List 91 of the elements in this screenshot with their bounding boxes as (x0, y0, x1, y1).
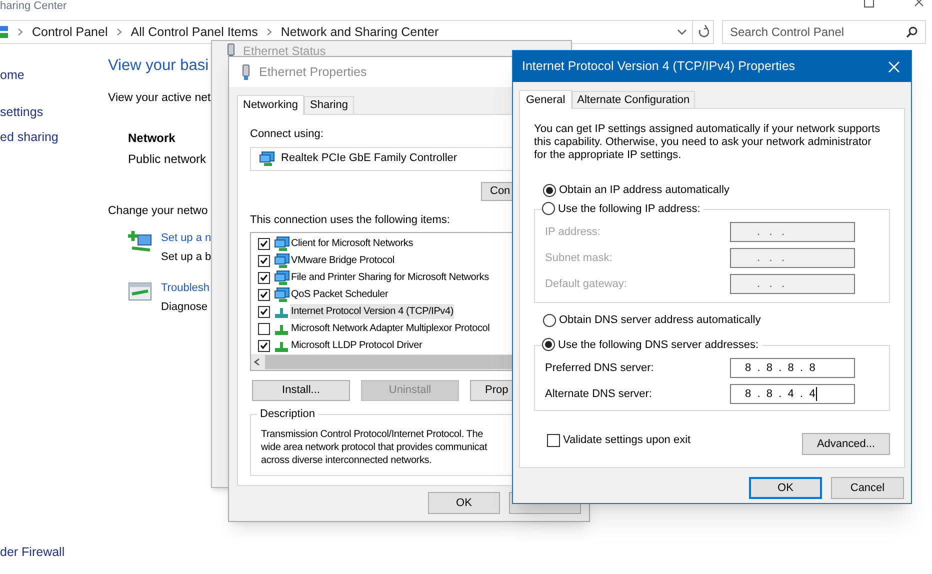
tab[interactable]: Networking (237, 95, 304, 115)
list-item[interactable]: VMware Bridge Protocol (290, 253, 396, 268)
task-description: Set up a b (161, 250, 212, 266)
breadcrumb-link[interactable]: All Control Panel Items (130, 22, 258, 42)
field-label: Preferred DNS server: (545, 360, 654, 376)
list-item[interactable]: Client for Microsoft Networks (290, 236, 414, 251)
control-panel-icon (0, 24, 9, 40)
network-adapter-icon (274, 236, 290, 252)
radio-label[interactable]: Use the following DNS server addresses: (558, 336, 759, 353)
radio-button[interactable] (542, 338, 555, 352)
chevron-icon (116, 28, 122, 36)
checkbox[interactable] (258, 322, 270, 334)
sidebar-link[interactable]: ome (0, 66, 24, 85)
close-icon (888, 60, 900, 72)
checkbox[interactable] (258, 238, 270, 250)
search-field[interactable]: Search Control Panel (722, 20, 926, 44)
sidebar-link[interactable]: ed sharing (0, 128, 58, 146)
network-adapter-icon (274, 270, 290, 286)
window-title: Internet Protocol Version 4 (TCP/IPv4) Properties (522, 58, 796, 76)
breadcrumb-link[interactable]: Control Panel (32, 22, 108, 42)
cancel-button[interactable]: Cancel (831, 477, 904, 499)
maximize-icon (864, 0, 874, 8)
refresh-icon (697, 25, 709, 39)
sidebar-link[interactable]: der Firewall (0, 543, 65, 562)
dropdown-chevron-icon (676, 27, 688, 37)
chevron-icon (266, 28, 272, 36)
search-icon (906, 26, 918, 38)
network-name: Network (128, 130, 176, 146)
group-title: Description (257, 406, 318, 422)
radio-label[interactable]: Obtain DNS server address automatically (559, 312, 761, 328)
check-icon (260, 240, 268, 247)
window-title: Ethernet Status (243, 45, 326, 57)
checkbox-label[interactable]: Validate settings upon exit (563, 432, 691, 448)
close-icon (914, 0, 924, 8)
window-title: haring Center (0, 0, 67, 13)
description-text: Transmission Control Protocol/Internet Protocol. The wide area network protocol that provides communicat across diverse interconnected networks. (261, 428, 488, 467)
list-item[interactable]: Microsoft Network Adapter Multiplexor Protocol (290, 321, 491, 336)
section-label: This connection uses the following items: (250, 212, 450, 228)
check-icon (260, 308, 268, 315)
field-label: Alternate DNS server: (545, 386, 652, 402)
list-item[interactable]: File and Printer Sharing for Microsoft Networks (290, 270, 490, 285)
radio-button[interactable] (542, 202, 555, 216)
checkbox[interactable] (547, 434, 560, 446)
field-label: IP address: (545, 224, 600, 240)
list-item[interactable]: Microsoft LLDP Protocol Driver (290, 338, 424, 353)
action-button[interactable]: Install... (252, 380, 350, 401)
ok-button[interactable]: OK (428, 492, 500, 514)
task-link[interactable]: Troublesh (161, 280, 210, 296)
network-type: Public network (128, 150, 206, 168)
field-label: Connect using: (250, 127, 324, 142)
radio-label[interactable]: Obtain an IP address automatically (559, 182, 730, 198)
network-setup-icon (128, 230, 154, 254)
check-icon (260, 291, 268, 298)
list-item[interactable]: QoS Packet Scheduler (290, 287, 390, 302)
tab[interactable]: General (519, 90, 572, 109)
radio-label[interactable]: Use the following IP address: (558, 200, 700, 217)
network-adapter-icon (274, 286, 290, 302)
ok-button[interactable]: OK (749, 477, 822, 499)
breadcrumb-link[interactable]: Network and Sharing Center (280, 22, 439, 42)
ip-address-field[interactable]: 8 . 8 . 4 . 4 (730, 384, 855, 404)
field-label: Default gateway: (545, 276, 627, 292)
checkbox[interactable] (258, 306, 270, 318)
ip-address-field[interactable]: 8 . 8 . 8 . 8 (730, 358, 855, 378)
check-icon (260, 257, 268, 264)
task-link[interactable]: Set up a n (161, 230, 212, 246)
tab[interactable]: Sharing (304, 96, 354, 114)
section-label: View your active net (108, 91, 211, 106)
check-icon (260, 274, 268, 281)
check-icon (260, 342, 268, 349)
window-title: Ethernet Properties (259, 64, 367, 81)
field-label: Subnet mask: (545, 250, 612, 266)
radio-button[interactable] (543, 184, 556, 197)
checkbox[interactable] (258, 272, 270, 284)
adapter-name: Realtek PCIe GbE Family Controller (281, 151, 458, 166)
intro-text: You can get IP settings assigned automatically if your network supports this capability. Otherwise, you need to ask your network administrator for the appropriate IP settings. (534, 123, 882, 162)
checkbox[interactable] (258, 254, 270, 266)
page-heading: View your basi (108, 56, 209, 76)
checkbox[interactable] (258, 288, 270, 300)
chevron-icon (18, 28, 23, 36)
close-button[interactable] (887, 60, 901, 74)
task-description: Diagnose (161, 300, 208, 316)
sidebar-link[interactable]: settings (0, 102, 44, 122)
network-adapter-icon (274, 252, 290, 268)
address-bar[interactable]: Control Panel All Control Panel Items Network and Sharing Center (0, 20, 714, 44)
section-label: Change your netwo (108, 204, 208, 218)
advanced-button[interactable]: Advanced... (802, 433, 890, 455)
network-adapter-icon (259, 150, 275, 166)
radio-button[interactable] (543, 314, 556, 327)
list-item[interactable]: Internet Protocol Version 4 (TCP/IPv4) (290, 304, 454, 319)
tab[interactable]: Alternate Configuration (572, 91, 695, 108)
checkbox[interactable] (258, 340, 270, 352)
